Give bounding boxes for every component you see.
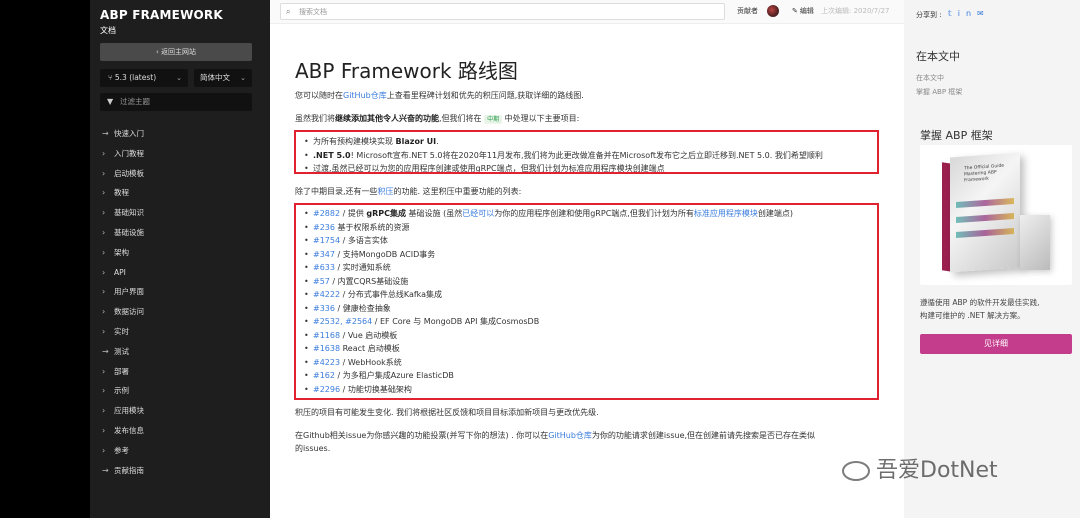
filter-icon: ▼: [107, 97, 114, 106]
chevron-right-icon: ›: [102, 326, 106, 336]
branch-icon: ⑂: [108, 73, 115, 82]
chevron-right-icon: ›: [102, 227, 106, 237]
sidebar-item-reference[interactable]: › 参考: [102, 441, 144, 461]
sidebar-item-getting-started[interactable]: › 入门教程: [102, 144, 144, 164]
share-label: 分享到 :: [916, 11, 942, 19]
arrow-right-icon: →: [102, 346, 109, 356]
chevron-right-icon: ›: [102, 287, 106, 297]
back-label: 返回主网站: [161, 48, 197, 56]
intro-paragraph: 您可以随时在GitHub仓库上查看里程碑计划和优先的积压问题,获取详细的路线图.: [295, 91, 584, 100]
linkedin-icon[interactable]: in: [958, 9, 977, 18]
book-image[interactable]: The Official Guide Mastering ABP Framewo…: [920, 145, 1072, 285]
chevron-right-icon: ›: [102, 425, 106, 435]
sidebar-nav: → 快速入门 › 入门教程 › 启动模板 › 教程 › 基础知识 › 基础设施 › 架构 › A…: [102, 124, 144, 480]
toc-item[interactable]: 掌握 ABP 框架: [916, 87, 962, 97]
right-panel: 分享到 : 𝕥in✉ 在本文中 在本文中 掌握 ABP 框架 掌握 ABP 框架…: [904, 0, 1080, 518]
chevron-right-icon: ›: [102, 208, 106, 218]
github-repo-link[interactable]: GitHub仓库: [548, 431, 592, 440]
sidebar-item-samples[interactable]: › 示例: [102, 381, 144, 401]
page-title: ABP Framework 路线图: [295, 59, 518, 83]
sidebar-item-deployment[interactable]: › 部署: [102, 362, 144, 382]
toc-title: 在本文中: [916, 50, 960, 63]
sidebar-item-application-modules[interactable]: › 应用模块: [102, 401, 144, 421]
top-bar: ⌕ 搜索文档 贡献者 ✎ 编辑 上次编辑: 2020/7/27: [270, 0, 904, 24]
highlight-box-major-items: [294, 130, 879, 174]
vote-paragraph: 在Github相关issue为你感兴趣的功能投票(并写下你的想法) . 你可以在…: [295, 431, 816, 440]
sidebar-item-infrastructure[interactable]: › 基础设施: [102, 223, 144, 243]
filter-placeholder: 过滤主题: [120, 97, 150, 106]
backlog-paragraph: 除了中期目录,还有一些积压的功能. 这里积压中重要功能的列表:: [295, 187, 522, 196]
language-select[interactable]: 简体中文 ⌄: [194, 69, 252, 87]
see-details-button[interactable]: 见详细: [920, 334, 1072, 354]
arrow-right-icon: →: [102, 465, 109, 475]
sidebar-item-startup-templates[interactable]: › 启动模板: [102, 164, 144, 184]
filter-topics-input[interactable]: ▼ 过滤主题: [100, 93, 252, 111]
chevron-right-icon: ›: [102, 386, 106, 396]
arrow-right-icon: →: [102, 129, 109, 138]
search-icon: ⌕: [286, 7, 291, 16]
email-icon[interactable]: ✉: [977, 9, 990, 18]
sidebar-item-api[interactable]: › API: [102, 263, 144, 283]
sidebar-item-data-access[interactable]: › 数据访问: [102, 302, 144, 322]
language-value: 简体中文: [200, 73, 230, 82]
book-ad-description: 遵循使用 ABP 的软件开发最佳实践, 构建可维护的 .NET 解决方案。: [920, 298, 1040, 320]
chevron-right-icon: ›: [102, 148, 106, 158]
book-second-copy: [1020, 215, 1050, 270]
mid-term-tag: 中期: [484, 115, 503, 124]
book-stripe: [956, 197, 1014, 209]
chevron-right-icon: ›: [102, 406, 106, 416]
wechat-icon: [842, 461, 870, 481]
last-edit-info: 上次编辑: 2020/7/27: [821, 7, 890, 15]
sidebar-item-architecture[interactable]: › 架构: [102, 243, 144, 263]
book-cover-text: The Official Guide Mastering ABP Framewo…: [964, 163, 1005, 184]
sidebar-item-release-info[interactable]: › 发布信息: [102, 421, 144, 441]
search-input[interactable]: ⌕ 搜索文档: [280, 3, 725, 20]
focus-paragraph: 虽然我们将继续添加其他令人兴奋的功能,但我们将在 中期 中处理以下主要项目:: [295, 114, 580, 124]
back-to-main-site-button[interactable]: ‹ 返回主网站: [100, 43, 252, 61]
twitter-icon[interactable]: 𝕥: [948, 9, 958, 18]
chevron-down-icon: ⌄: [240, 74, 246, 82]
sidebar-item-real-time[interactable]: › 实时: [102, 322, 144, 342]
left-black-margin: [0, 0, 90, 518]
share-icons: 𝕥in✉: [948, 9, 990, 18]
chevron-right-icon: ›: [102, 267, 106, 277]
version-select[interactable]: ⑂ 5.3 (latest) ⌄: [100, 69, 188, 87]
chevron-right-icon: ›: [102, 366, 106, 376]
book-stripe: [956, 227, 1014, 239]
edit-icon: ✎: [792, 7, 798, 15]
watermark: 吾爱DotNet: [842, 452, 998, 484]
vote-paragraph-continued: 的issues.: [295, 444, 331, 453]
chevron-right-icon: ›: [102, 247, 106, 257]
brand-subtitle: 文档: [100, 26, 116, 35]
sidebar-item-tutorials[interactable]: › 教程: [102, 183, 144, 203]
sidebar-item-quick-start[interactable]: → 快速入门: [102, 124, 144, 144]
contributors-label: 贡献者: [737, 7, 758, 15]
docs-sidebar: ABP FRAMEWORK 文档 ‹ 返回主网站 ⑂ 5.3 (latest) …: [90, 0, 270, 518]
chevron-right-icon: ›: [102, 307, 106, 317]
chevron-right-icon: ›: [102, 188, 106, 198]
sidebar-item-contribution-guide[interactable]: → 贡献指南: [102, 461, 144, 481]
book-ad-title: 掌握 ABP 框架: [920, 129, 993, 142]
toc-item[interactable]: 在本文中: [916, 73, 944, 83]
highlight-box-backlog-features: [294, 203, 879, 400]
chevron-right-icon: ›: [102, 445, 106, 455]
edit-link[interactable]: ✎ 编辑: [792, 6, 814, 16]
chevron-down-icon: ⌄: [176, 74, 182, 82]
search-placeholder: 搜索文档: [299, 8, 327, 16]
brand-title[interactable]: ABP FRAMEWORK: [100, 8, 223, 22]
sidebar-item-testing[interactable]: → 测试: [102, 342, 144, 362]
contributor-avatar[interactable]: [767, 5, 779, 17]
chevron-right-icon: ›: [102, 168, 106, 178]
sidebar-item-fundamentals[interactable]: › 基础知识: [102, 203, 144, 223]
backlog-link[interactable]: 积压: [378, 187, 394, 196]
version-value: 5.3 (latest): [114, 73, 157, 82]
book-stripe: [956, 212, 1014, 224]
sidebar-item-user-interface[interactable]: › 用户界面: [102, 282, 144, 302]
note-paragraph: 积压的项目有可能发生变化. 我们将根据社区反馈和项目目标添加新项目与更改优先级.: [295, 408, 599, 417]
book-cover: The Official Guide Mastering ABP Framewo…: [950, 152, 1020, 273]
github-repo-link[interactable]: GitHub仓库: [343, 91, 387, 100]
